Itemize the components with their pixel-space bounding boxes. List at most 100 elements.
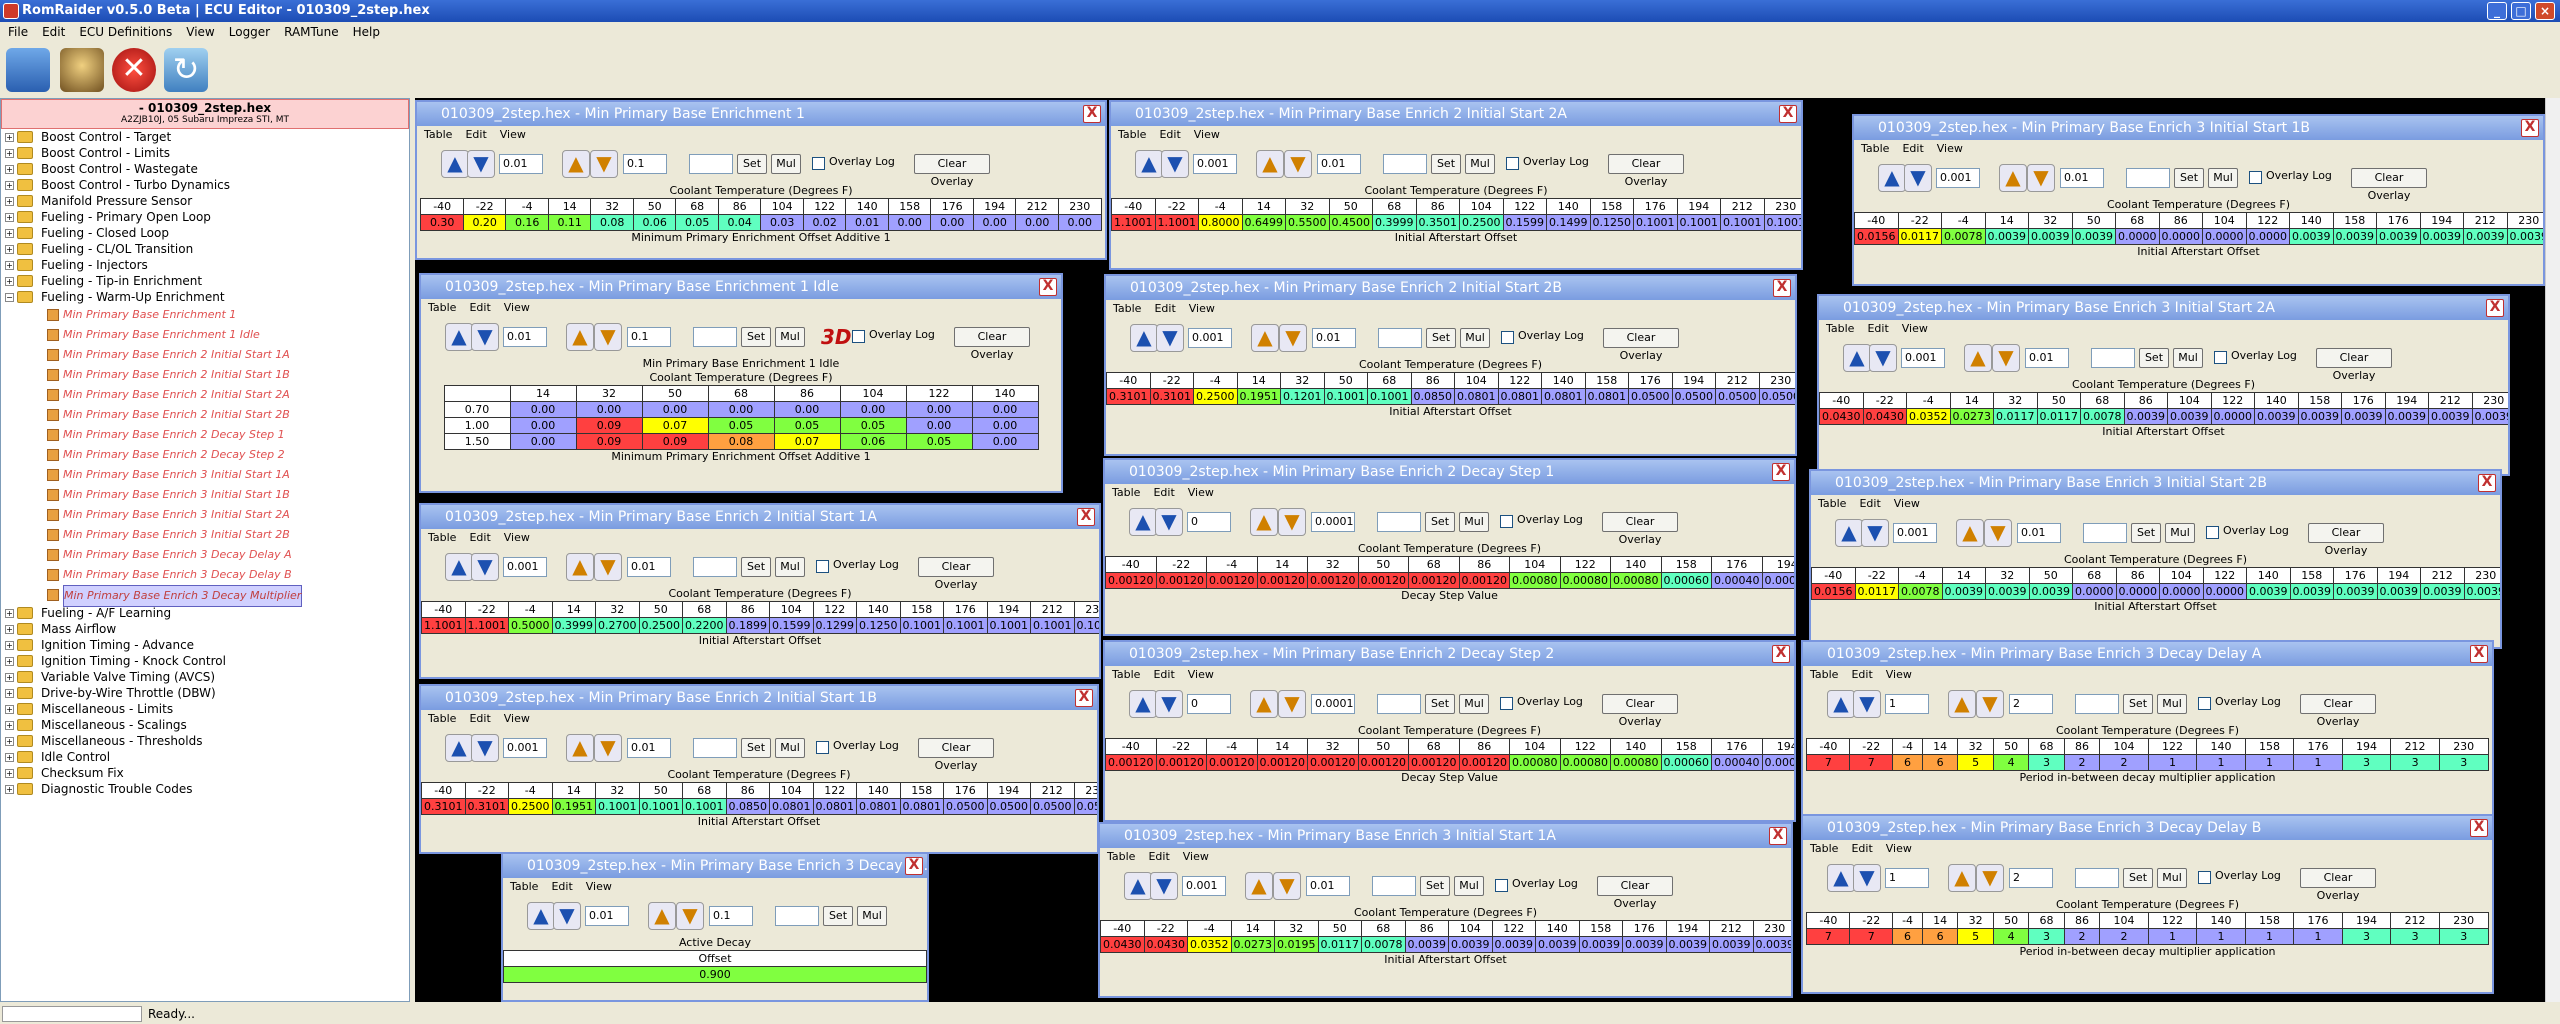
table-cell[interactable]: 2 — [2063, 928, 2101, 945]
refresh-icon[interactable]: ↻ — [164, 48, 208, 92]
window-menu-edit[interactable]: Edit — [1159, 128, 1180, 141]
increment-coarse-input[interactable]: 0.01 — [1312, 328, 1356, 348]
table-cell[interactable]: 0.00120 — [1458, 754, 1510, 771]
tree-item-manifold-pressure-sensor[interactable]: + Manifold Pressure Sensor — [1, 193, 409, 209]
table-cell[interactable]: 1 — [2293, 754, 2343, 771]
set-button[interactable]: Set — [1431, 154, 1461, 174]
table-cell[interactable]: 0.00120 — [1458, 572, 1510, 589]
tree-item-fueling-tip-in-enrichment[interactable]: + Fueling - Tip-in Enrichment — [1, 273, 409, 289]
increment-coarse-input[interactable]: 2 — [2009, 868, 2053, 888]
table-cell[interactable]: 0.00120 — [1357, 754, 1409, 771]
window-close-button[interactable]: X — [1039, 278, 1057, 296]
table-cell[interactable]: 0.0039 — [2384, 408, 2429, 425]
expand-toggle-icon[interactable]: + — [5, 245, 14, 254]
table-cell[interactable]: 0.00120 — [1105, 754, 1157, 771]
window-menu-table[interactable]: Table — [1107, 850, 1135, 863]
table-cell[interactable]: 0.00060 — [1660, 754, 1712, 771]
table-cell[interactable]: 0.2200 — [682, 617, 727, 634]
table-cell[interactable]: 0.02 — [802, 214, 847, 231]
overlay-log-checkbox[interactable] — [816, 741, 829, 754]
table-cell[interactable]: 0.00 — [509, 417, 577, 434]
table-cell[interactable]: 0.0039 — [2246, 583, 2291, 600]
table-cell[interactable]: 0.0352 — [1906, 408, 1951, 425]
expand-toggle-icon[interactable]: + — [5, 229, 14, 238]
table-cell[interactable]: 3 — [2028, 928, 2065, 945]
table-cell[interactable]: 0.05 — [905, 433, 973, 450]
table-cell[interactable]: 0.00080 — [1610, 572, 1662, 589]
table-cell[interactable]: 0.0430 — [1100, 936, 1145, 953]
table-cell[interactable]: 0.08 — [707, 433, 775, 450]
table-cell[interactable]: 0.0000 — [2158, 228, 2203, 245]
mul-button[interactable]: Mul — [775, 738, 805, 758]
expand-toggle-icon[interactable]: + — [5, 705, 14, 714]
table-cell[interactable]: 0.0039 — [2506, 228, 2543, 245]
table-cell[interactable]: 3 — [2390, 754, 2440, 771]
close-rom-icon[interactable]: ✕ — [112, 48, 156, 92]
window-menu-table[interactable]: Table — [510, 880, 538, 893]
clear-overlay-button[interactable]: Clear Overlay — [1608, 154, 1684, 188]
expand-toggle-icon[interactable]: + — [5, 149, 14, 158]
window-menu-edit[interactable]: Edit — [1153, 668, 1174, 681]
tree-table-min-primary-base-enrich-2-initial-start-1b[interactable]: Min Primary Base Enrich 2 Initial Start … — [1, 365, 409, 385]
window-close-button[interactable]: X — [2521, 119, 2539, 137]
window-menu-view[interactable]: View — [586, 880, 612, 893]
increment-coarse-down-icon[interactable]: ▼ — [1279, 324, 1307, 352]
window-menu-edit[interactable]: Edit — [469, 531, 490, 544]
table-cell[interactable]: 0.1499 — [1546, 214, 1591, 231]
mul-button[interactable]: Mul — [1459, 512, 1489, 532]
window-menu-edit[interactable]: Edit — [1154, 302, 1175, 315]
overlay-log-checkbox[interactable] — [852, 330, 865, 343]
increment-fine-input[interactable]: 1 — [1885, 694, 1929, 714]
increment-fine-input[interactable]: 0.01 — [585, 906, 629, 926]
expand-toggle-icon[interactable]: + — [5, 721, 14, 730]
table-cell[interactable]: 0.07 — [641, 417, 709, 434]
window-menu-edit[interactable]: Edit — [1851, 668, 1872, 681]
increment-down-icon[interactable]: ▼ — [471, 323, 499, 351]
increment-coarse-down-icon[interactable]: ▼ — [1278, 690, 1306, 718]
overlay-log-checkbox[interactable] — [2198, 871, 2211, 884]
window-menu-view[interactable]: View — [1886, 668, 1912, 681]
table-cell[interactable]: 0.0039 — [2341, 408, 2386, 425]
increment-coarse-down-icon[interactable]: ▼ — [1976, 690, 2004, 718]
increment-down-icon[interactable]: ▼ — [1150, 872, 1178, 900]
table-cell[interactable]: 6 — [1921, 754, 1959, 771]
increment-down-icon[interactable]: ▼ — [471, 734, 499, 762]
window-menu-view[interactable]: View — [504, 531, 530, 544]
mul-button[interactable]: Mul — [1454, 876, 1484, 896]
window-menu-edit[interactable]: Edit — [465, 128, 486, 141]
table-cell[interactable]: 0.0430 — [1862, 408, 1907, 425]
table-cell[interactable]: 0.0039 — [1491, 936, 1536, 953]
window-menu-view[interactable]: View — [1188, 668, 1214, 681]
increment-coarse-up-icon[interactable]: ▲ — [1948, 690, 1976, 718]
table-cell[interactable]: 0.0500 — [943, 798, 988, 815]
increment-coarse-input[interactable]: 0.01 — [627, 557, 671, 577]
table-cell[interactable]: 0.1001 — [899, 617, 944, 634]
increment-down-icon[interactable]: ▼ — [1904, 164, 1932, 192]
table-cell[interactable]: 0.0000 — [2115, 228, 2160, 245]
table-cell[interactable]: 0.01 — [845, 214, 889, 231]
table-cell[interactable]: 0.0039 — [1448, 936, 1493, 953]
table-cell[interactable]: 0.0352 — [1187, 936, 1232, 953]
overlay-log-checkbox[interactable] — [1500, 515, 1513, 528]
rom-icon[interactable] — [60, 48, 104, 92]
table-cell[interactable]: 0.0039 — [2297, 408, 2342, 425]
table-cell[interactable]: 0.0000 — [2245, 228, 2290, 245]
increment-down-icon[interactable]: ▼ — [471, 553, 499, 581]
window-close-button[interactable]: X — [1772, 463, 1790, 481]
table-cell[interactable]: 0.0039 — [2463, 228, 2508, 245]
table-cell[interactable]: 0.0039 — [2419, 228, 2464, 245]
tree-item-checksum-fix[interactable]: + Checksum Fix — [1, 765, 409, 781]
window-menu-table[interactable]: Table — [424, 128, 452, 141]
tree-item-miscellaneous-thresholds[interactable]: + Miscellaneous - Thresholds — [1, 733, 409, 749]
clear-overlay-button[interactable]: Clear Overlay — [1603, 328, 1679, 362]
table-cell[interactable]: 0.0430 — [1143, 936, 1188, 953]
window-close-button[interactable]: X — [905, 857, 923, 875]
table-cell[interactable]: 0.2700 — [595, 617, 640, 634]
window-close-button[interactable]: X — [1773, 279, 1791, 297]
expand-toggle-icon[interactable]: + — [5, 277, 14, 286]
window-menu-view[interactable]: View — [1937, 142, 1963, 155]
maximize-button[interactable]: □ — [2511, 2, 2531, 20]
increment-coarse-up-icon[interactable]: ▲ — [1250, 508, 1278, 536]
table-cell[interactable]: 0.00120 — [1155, 754, 1207, 771]
table-cell[interactable]: 0.00120 — [1357, 572, 1409, 589]
